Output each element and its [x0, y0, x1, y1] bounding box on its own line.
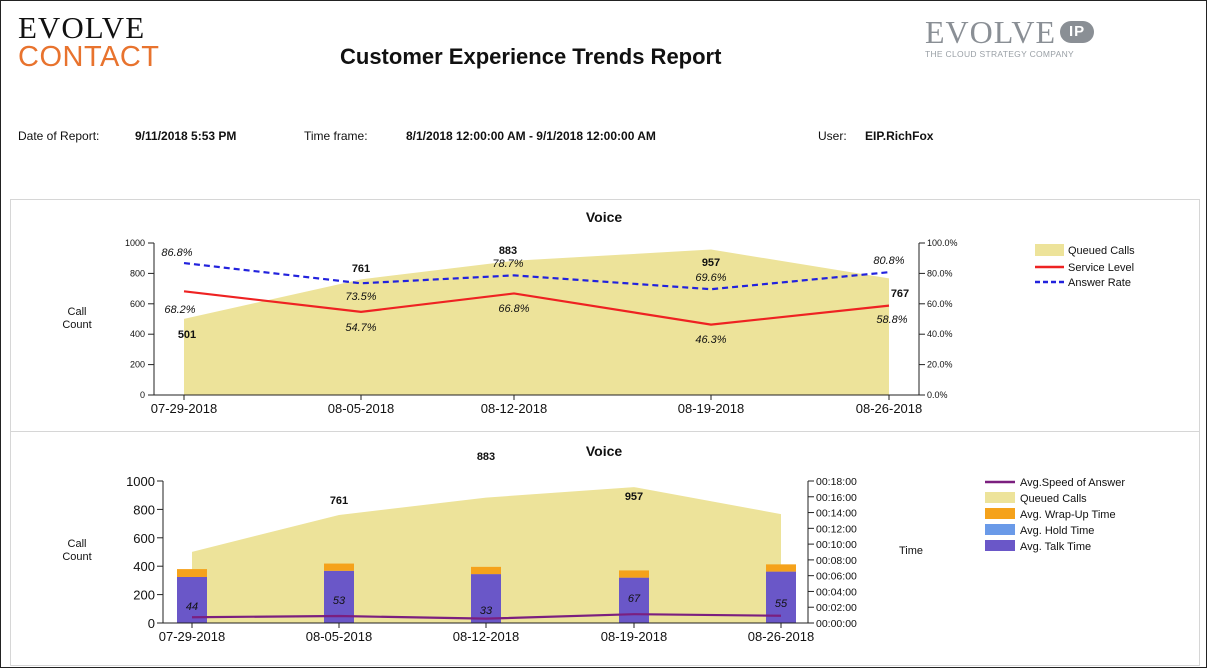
- chart-panel-service: [10, 199, 1200, 432]
- logo-right-main: EVOLVE: [925, 14, 1057, 50]
- date-of-report-label: Date of Report:: [18, 129, 100, 143]
- report-title: Customer Experience Trends Report: [340, 44, 722, 69]
- logo-right-tagline: THE CLOUD STRATEGY COMPANY: [925, 49, 1075, 59]
- date-of-report-value: 9/11/2018 5:53 PM: [135, 129, 237, 143]
- user-label: User:: [818, 129, 847, 143]
- ip-badge-icon: IP: [1060, 21, 1095, 43]
- user-value: EIP.RichFox: [865, 129, 934, 143]
- chart-panel-time: [10, 431, 1200, 666]
- evolve-contact-logo: EVOLVE CONTACT: [18, 10, 160, 73]
- time-frame-label: Time frame:: [304, 129, 368, 143]
- logo-left-line1: EVOLVE: [18, 10, 146, 45]
- logo-left-line2: CONTACT: [18, 41, 160, 73]
- evolve-ip-logo: EVOLVE IP THE CLOUD STRATEGY COMPANY: [925, 14, 1095, 59]
- time-frame-value: 8/1/2018 12:00:00 AM - 9/1/2018 12:00:00…: [406, 129, 656, 143]
